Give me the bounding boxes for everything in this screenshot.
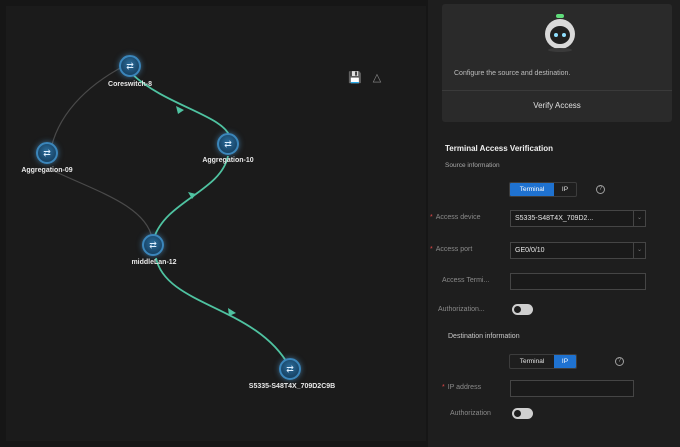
layout-icon[interactable]: △ xyxy=(370,71,384,85)
source-ip-option[interactable]: IP xyxy=(554,183,576,196)
node-label-mid12: middleLan-12 xyxy=(131,259,177,266)
node-label-agg09: Aggregation-09 xyxy=(21,167,73,174)
destination-info-heading: Destination information xyxy=(448,333,520,340)
verify-access-button[interactable]: Verify Access xyxy=(442,96,672,116)
app-frame: 💾 △ ⇄ Coreswitch-8 ⇄ Aggregation-09 ⇄ Ag… xyxy=(0,0,680,447)
dest-authorization-label: Authorization xyxy=(450,410,491,417)
chevron-down-icon: ⌄ xyxy=(633,211,645,226)
source-terminal-option[interactable]: Terminal xyxy=(510,183,554,196)
link-core-agg09 xyxy=(49,65,125,155)
form-title: Terminal Access Verification xyxy=(445,144,554,153)
switch-node-agg09[interactable]: ⇄ xyxy=(36,142,58,164)
save-icon[interactable]: 💾 xyxy=(348,71,362,85)
authorization-switch[interactable] xyxy=(512,304,533,315)
switch-node-access[interactable]: ⇄ xyxy=(279,358,301,380)
access-device-select[interactable]: S5335-S48T4X_709D2... ⌄ xyxy=(510,210,646,227)
node-label-agg10: Aggregation-10 xyxy=(202,157,254,164)
node-label-core: Coreswitch-8 xyxy=(108,81,152,88)
help-icon[interactable]: ? xyxy=(615,357,624,366)
path-mid12-access xyxy=(155,257,290,367)
node-label-access: S5335-S48T4X_709D2C9B xyxy=(248,383,336,390)
switch-icon: ⇄ xyxy=(126,60,134,71)
dest-type-toggle: Terminal IP xyxy=(509,354,577,369)
ip-address-input[interactable] xyxy=(510,380,634,397)
switch-icon: ⇄ xyxy=(149,239,157,250)
verification-panel: Configure the source and destination. Ve… xyxy=(428,0,680,447)
source-type-toggle: Terminal IP xyxy=(509,182,577,197)
access-device-label: * Access device xyxy=(430,214,481,221)
help-icon[interactable]: ? xyxy=(596,185,605,194)
switch-node-agg10[interactable]: ⇄ xyxy=(217,133,239,155)
access-port-select[interactable]: GE0/0/10 ⌄ xyxy=(510,242,646,259)
chevron-down-icon: ⌄ xyxy=(633,243,645,258)
source-info-heading: Source information xyxy=(445,162,500,169)
divider xyxy=(442,90,672,91)
assistant-card: Configure the source and destination. Ve… xyxy=(442,4,672,122)
destination-form: Terminal IP ? * IP address Authorization xyxy=(440,349,676,441)
access-port-label: * Access port xyxy=(430,246,473,253)
access-terminal-label: Access Termi... xyxy=(442,277,490,284)
switch-node-core[interactable]: ⇄ xyxy=(119,55,141,77)
path-arrow-3 xyxy=(228,308,236,316)
access-terminal-input[interactable] xyxy=(510,273,646,290)
topology-links xyxy=(49,65,290,367)
link-agg09-mid12 xyxy=(53,170,153,239)
path-arrow-1 xyxy=(176,106,184,114)
assistant-message: Configure the source and destination. xyxy=(454,70,571,77)
dest-authorization-switch[interactable] xyxy=(512,408,533,419)
switch-icon: ⇄ xyxy=(286,363,294,374)
topology-canvas[interactable]: 💾 △ ⇄ Coreswitch-8 ⇄ Aggregation-09 ⇄ Ag… xyxy=(6,6,426,441)
switch-icon: ⇄ xyxy=(43,147,51,158)
robot-icon xyxy=(545,14,575,52)
dest-terminal-option[interactable]: Terminal xyxy=(510,355,554,368)
ip-address-label: * IP address xyxy=(442,384,482,391)
switch-node-mid12[interactable]: ⇄ xyxy=(142,234,164,256)
authorization-label: Authorization... xyxy=(438,306,485,313)
switch-icon: ⇄ xyxy=(224,138,232,149)
dest-ip-option[interactable]: IP xyxy=(554,355,576,368)
